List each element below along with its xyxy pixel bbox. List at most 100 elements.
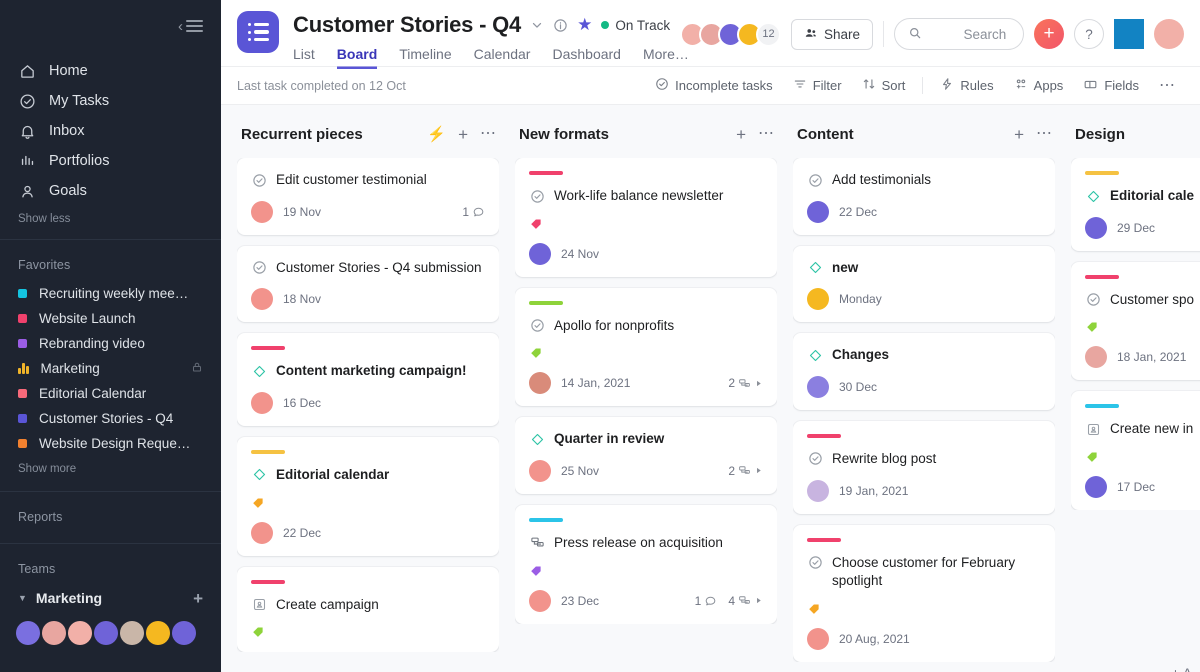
tab-board[interactable]: Board [337,46,377,69]
task-card[interactable]: Customer Stories - Q4 submission 18 Nov [237,245,499,323]
favorite-item-marketing[interactable]: Marketing [0,356,221,381]
avatar[interactable] [529,372,551,395]
avatar[interactable] [251,200,273,223]
avatar[interactable] [251,288,273,311]
avatar[interactable] [807,288,829,311]
avatar[interactable] [16,621,40,645]
diamond-icon[interactable] [251,467,267,483]
task-card[interactable]: Create new in 17 Dec [1071,391,1200,510]
task-card[interactable]: Press release on acquisition 23 Dec 1 4 [515,504,777,624]
avatar[interactable] [807,479,829,502]
avatar[interactable] [251,521,273,544]
avatar[interactable] [807,627,829,650]
column-menu-icon[interactable]: ⋯ [758,126,775,142]
tab-list[interactable]: List [293,46,315,69]
diamond-icon[interactable] [807,260,823,276]
apps-button[interactable]: Apps [1006,72,1072,99]
tab-dashboard[interactable]: Dashboard [552,46,621,69]
avatar[interactable] [94,621,118,645]
favorite-item-website-design-requests[interactable]: Website Design Reque… [0,431,221,456]
avatar[interactable] [251,391,273,414]
column-menu-icon[interactable]: ⋯ [1036,126,1053,142]
task-card[interactable]: Edit customer testimonial 19 Nov 1 [237,158,499,235]
diamond-icon[interactable] [529,431,545,447]
team-item-marketing[interactable]: ▼ Marketing + [0,585,221,611]
check-circle-icon[interactable] [529,318,545,334]
task-card[interactable]: Quarter in review 25 Nov 2 [515,417,777,494]
check-circle-icon[interactable] [807,451,823,467]
task-card[interactable]: Choose customer for February spotlight 2… [793,524,1055,662]
diamond-icon[interactable] [251,363,267,379]
avatar[interactable] [807,200,829,223]
help-button[interactable]: ? [1074,19,1104,49]
search-input[interactable]: Search [894,18,1024,50]
tag-icon[interactable] [1085,450,1100,465]
tag-icon[interactable] [251,625,266,640]
show-more-button[interactable]: Show more [0,456,221,475]
tag-icon[interactable] [251,496,266,511]
avatar[interactable] [172,621,196,645]
task-card[interactable]: Add testimonials 22 Dec [793,158,1055,235]
avatar[interactable] [42,621,66,645]
rules-button[interactable]: Rules [932,72,1001,99]
task-card[interactable]: Apollo for nonprofits 14 Jan, 2021 2 [515,287,777,407]
avatar[interactable] [1085,475,1107,498]
add-task-icon[interactable]: + [458,126,468,143]
approval-icon[interactable] [251,597,267,613]
tab-timeline[interactable]: Timeline [399,46,451,69]
sidebar-item-my-tasks[interactable]: My Tasks [0,86,221,116]
task-card[interactable]: Work-life balance newsletter 24 Nov [515,158,777,277]
tag-icon[interactable] [1085,320,1100,335]
star-icon[interactable]: ★ [577,15,592,35]
approval-icon[interactable] [1085,421,1101,437]
column-menu-icon[interactable]: ⋯ [480,126,497,142]
blue-square-button[interactable] [1114,19,1144,49]
add-task-icon[interactable]: + [1014,126,1024,143]
task-card[interactable]: Editorial calendar 22 Dec [237,436,499,556]
dependency-icon[interactable] [529,535,545,551]
favorite-item-editorial-calendar[interactable]: Editorial Calendar [0,381,221,406]
favorite-item-website-launch[interactable]: Website Launch [0,306,221,331]
avatar[interactable] [1154,19,1184,49]
task-card[interactable]: Changes 30 Dec [793,333,1055,410]
avatar[interactable] [807,375,829,398]
add-column-button[interactable]: + A [1171,665,1192,672]
task-card[interactable]: new Monday [793,245,1055,323]
diamond-icon[interactable] [807,347,823,363]
sidebar-item-inbox[interactable]: Inbox [0,116,221,146]
sidebar-item-goals[interactable]: Goals [0,176,221,206]
avatar[interactable] [529,589,551,612]
sidebar-item-portfolios[interactable]: Portfolios [0,146,221,176]
status-badge[interactable]: On Track [601,18,670,33]
task-card[interactable]: Content marketing campaign! 16 Dec [237,333,499,426]
avatar[interactable] [529,242,551,265]
diamond-icon[interactable] [1085,188,1101,204]
check-circle-icon[interactable] [251,260,267,276]
check-circle-icon[interactable] [251,172,267,188]
filter-button[interactable]: Filter [785,72,850,99]
tag-icon[interactable] [807,602,822,617]
member-count[interactable]: 12 [755,21,781,47]
tab-calendar[interactable]: Calendar [474,46,531,69]
fields-button[interactable]: Fields [1075,72,1147,100]
add-button[interactable]: + [1034,19,1064,49]
member-avatar-stack[interactable]: 12 [679,21,781,47]
sidebar-item-home[interactable]: Home [0,56,221,86]
avatar[interactable] [1085,346,1107,369]
check-circle-icon[interactable] [807,555,823,571]
more-options-button[interactable]: ⋯ [1151,73,1184,99]
collapse-sidebar-icon[interactable]: ‹ [178,19,203,34]
bolt-icon[interactable]: ⚡ [427,125,446,143]
favorite-item-recruiting[interactable]: Recruiting weekly mee… [0,281,221,306]
show-less-button[interactable]: Show less [0,206,221,225]
avatar[interactable] [529,459,551,482]
check-circle-icon[interactable] [529,188,545,204]
share-button[interactable]: Share [790,18,873,50]
avatar[interactable] [120,621,144,645]
task-card[interactable]: Create campaign [237,566,499,653]
task-card[interactable]: Rewrite blog post 19 Jan, 2021 [793,420,1055,514]
task-card[interactable]: Customer spo 18 Jan, 2021 [1071,261,1200,381]
tag-icon[interactable] [529,217,544,232]
chevron-down-icon[interactable] [530,18,544,32]
avatar[interactable] [68,621,92,645]
